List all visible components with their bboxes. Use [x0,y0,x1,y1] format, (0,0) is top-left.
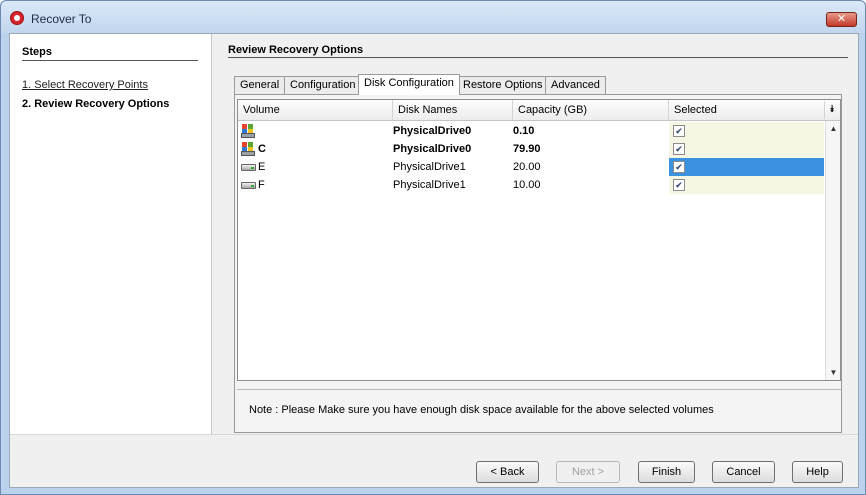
hard-drive-icon [240,177,256,193]
column-header-volume[interactable]: Volume [238,100,393,120]
scroll-down-arrow-icon[interactable]: ▼ [826,365,841,380]
table-header: Volume Disk Names Capacity (GB) Selected… [238,100,840,121]
selected-checkbox[interactable]: ✔ [673,143,685,155]
cell-capacity: 20.00 [513,161,541,173]
step-review-recovery-options: 2. Review Recovery Options [22,98,170,110]
table-row[interactable]: PhysicalDrive0 0.10 ✔ [238,122,824,140]
cell-volume: E [258,161,266,173]
tab-disk-configuration[interactable]: Disk Configuration [358,74,460,95]
next-button[interactable]: Next > [556,461,620,483]
note-text: Note : Please Make sure you have enough … [249,404,714,416]
hard-drive-icon [240,159,256,175]
cell-disk-name: PhysicalDrive1 [393,161,466,173]
dialog-body: Steps 1. Select Recovery Points 2. Revie… [9,33,859,488]
column-header-disk-names[interactable]: Disk Names [393,100,513,120]
cell-selected: ✔ [669,122,824,140]
steps-divider [22,60,198,61]
selected-checkbox[interactable]: ✔ [673,125,685,137]
title-bar: Recover To ✕ [1,1,865,33]
column-header-capacity[interactable]: Capacity (GB) [513,100,669,120]
finish-button[interactable]: Finish [638,461,695,483]
close-button[interactable]: ✕ [826,12,857,27]
column-header-selected[interactable]: Selected [669,100,824,120]
cell-selected: ✔ [669,140,824,158]
table-vertical-scrollbar[interactable]: ▲ ▼ [825,121,840,380]
disk-configuration-panel: Volume Disk Names Capacity (GB) Selected… [234,94,842,433]
footer-divider [10,434,858,435]
table-row[interactable]: F PhysicalDrive1 10.00 ✔ [238,176,824,194]
cell-capacity: 79.90 [513,143,541,155]
step-select-recovery-points[interactable]: 1. Select Recovery Points [22,79,148,91]
volumes-table: Volume Disk Names Capacity (GB) Selected… [237,99,841,381]
windows-system-volume-icon [240,123,256,139]
selected-checkbox[interactable]: ✔ [673,179,685,191]
cell-volume: C [258,143,266,155]
cell-selected: ✔ [669,176,824,194]
scroll-up-arrow-icon[interactable]: ▲ [826,121,841,136]
tab-general[interactable]: General [234,76,286,94]
tab-restore-options[interactable]: Restore Options [457,76,549,94]
tab-configuration[interactable]: Configuration [284,76,362,94]
note-box: Note : Please Make sure you have enough … [237,389,841,431]
app-logo-icon [10,11,24,25]
cancel-button[interactable]: Cancel [712,461,775,483]
steps-title: Steps [22,46,52,58]
double-chevron-down-icon: ⯯ [829,104,835,115]
cell-selected: ✔ [669,158,824,176]
recover-to-window: Recover To ✕ Steps 1. Select Recovery Po… [0,0,866,495]
table-row[interactable]: E PhysicalDrive1 20.00 ✔ [238,158,824,176]
cell-disk-name: PhysicalDrive0 [393,143,472,155]
steps-panel: Steps 1. Select Recovery Points 2. Revie… [10,34,212,434]
table-row[interactable]: C PhysicalDrive0 79.90 ✔ [238,140,824,158]
windows-system-volume-icon [240,141,256,157]
tab-advanced[interactable]: Advanced [545,76,606,94]
cell-volume: F [258,179,265,191]
window-title: Recover To [31,12,92,26]
page-title: Review Recovery Options [228,44,364,56]
back-button[interactable]: < Back [476,461,539,483]
page-title-divider [228,57,848,58]
cell-capacity: 0.10 [513,125,535,137]
selected-checkbox[interactable]: ✔ [673,161,685,173]
cell-capacity: 10.00 [513,179,541,191]
cell-disk-name: PhysicalDrive0 [393,125,472,137]
column-menu-button[interactable]: ⯯ [824,101,839,119]
help-button[interactable]: Help [792,461,843,483]
cell-disk-name: PhysicalDrive1 [393,179,466,191]
